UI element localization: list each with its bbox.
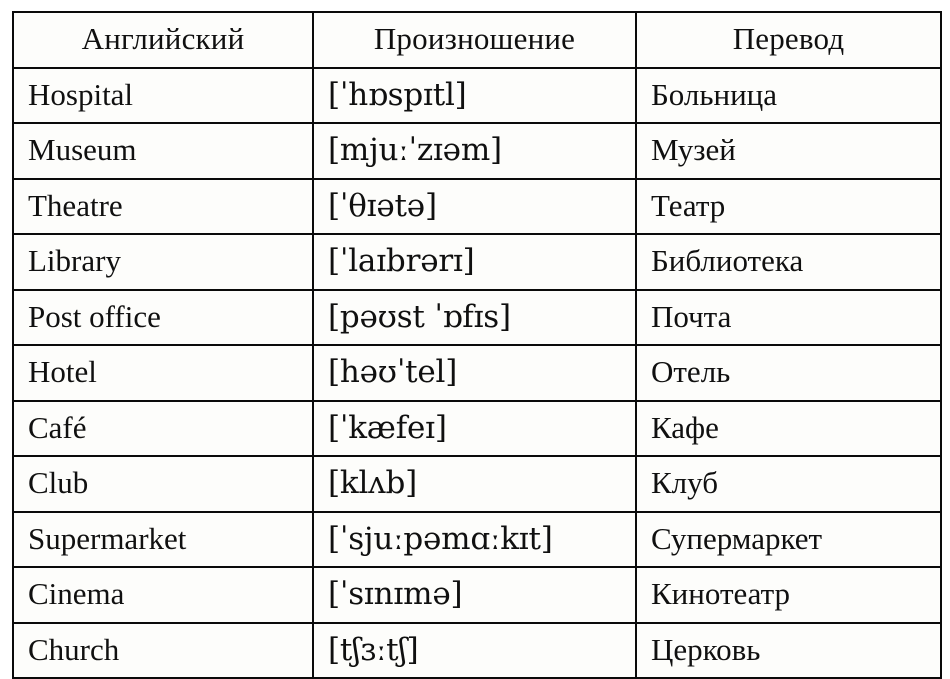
cell-pronunciation: [həʊˈtel]: [312, 344, 637, 402]
cell-translation: Клуб: [635, 455, 942, 513]
table-row: Library [ˈlaɪbrərɪ] Библиотека: [12, 233, 942, 291]
cell-translation: Театр: [635, 177, 942, 235]
table-row: Hospital [ˈhɒspɪtl] Больница: [12, 66, 942, 124]
cell-pronunciation: [ˈsɪnɪmə]: [312, 566, 637, 624]
column-header-pronunciation: Произношение: [312, 11, 637, 69]
table-header-row: Английский Произношение Перевод: [12, 11, 942, 69]
cell-pronunciation: [pəʊst ˈɒfɪs]: [312, 288, 637, 346]
cell-english: Museum: [12, 122, 314, 180]
cell-translation: Отель: [635, 344, 942, 402]
cell-translation: Библиотека: [635, 233, 942, 291]
cell-english: Club: [12, 455, 314, 513]
table-row: Museum [mjuːˈzɪəm] Музей: [12, 122, 942, 180]
cell-pronunciation: [ˈθɪətə]: [312, 177, 637, 235]
cell-translation: Супермаркет: [635, 510, 942, 568]
column-header-translation: Перевод: [635, 11, 942, 69]
cell-pronunciation: [tʃɜːtʃ]: [312, 621, 637, 679]
cell-english: Supermarket: [12, 510, 314, 568]
cell-english: Cinema: [12, 566, 314, 624]
cell-english: Hospital: [12, 66, 314, 124]
table-row: Post office [pəʊst ˈɒfɪs] Почта: [12, 288, 942, 346]
cell-pronunciation: [ˈhɒspɪtl]: [312, 66, 637, 124]
table-row: Supermarket [ˈsjuːpəmɑːkɪt] Супермаркет: [12, 510, 942, 568]
cell-translation: Почта: [635, 288, 942, 346]
cell-pronunciation: [ˈlaɪbrərɪ]: [312, 233, 637, 291]
table-row: Café [ˈkæfeɪ] Кафе: [12, 399, 942, 457]
cell-english: Hotel: [12, 344, 314, 402]
vocabulary-table: Английский Произношение Перевод Hospital…: [12, 11, 942, 679]
vocabulary-table-container: Английский Произношение Перевод Hospital…: [12, 11, 942, 679]
cell-pronunciation: [mjuːˈzɪəm]: [312, 122, 637, 180]
cell-translation: Кинотеатр: [635, 566, 942, 624]
column-header-english: Английский: [12, 11, 314, 69]
cell-pronunciation: [ˈkæfeɪ]: [312, 399, 637, 457]
cell-english: Post office: [12, 288, 314, 346]
cell-translation: Церковь: [635, 621, 942, 679]
cell-english: Café: [12, 399, 314, 457]
table-row: Club [klʌb] Клуб: [12, 455, 942, 513]
table-header: Английский Произношение Перевод: [12, 11, 942, 69]
cell-translation: Кафе: [635, 399, 942, 457]
table-row: Church [tʃɜːtʃ] Церковь: [12, 621, 942, 679]
cell-english: Library: [12, 233, 314, 291]
cell-english: Church: [12, 621, 314, 679]
cell-translation: Больница: [635, 66, 942, 124]
cell-pronunciation: [ˈsjuːpəmɑːkɪt]: [312, 510, 637, 568]
table-row: Cinema [ˈsɪnɪmə] Кинотеатр: [12, 566, 942, 624]
cell-pronunciation: [klʌb]: [312, 455, 637, 513]
cell-english: Theatre: [12, 177, 314, 235]
table-body: Hospital [ˈhɒspɪtl] Больница Museum [mju…: [12, 66, 942, 679]
table-row: Theatre [ˈθɪətə] Театр: [12, 177, 942, 235]
cell-translation: Музей: [635, 122, 942, 180]
table-row: Hotel [həʊˈtel] Отель: [12, 344, 942, 402]
